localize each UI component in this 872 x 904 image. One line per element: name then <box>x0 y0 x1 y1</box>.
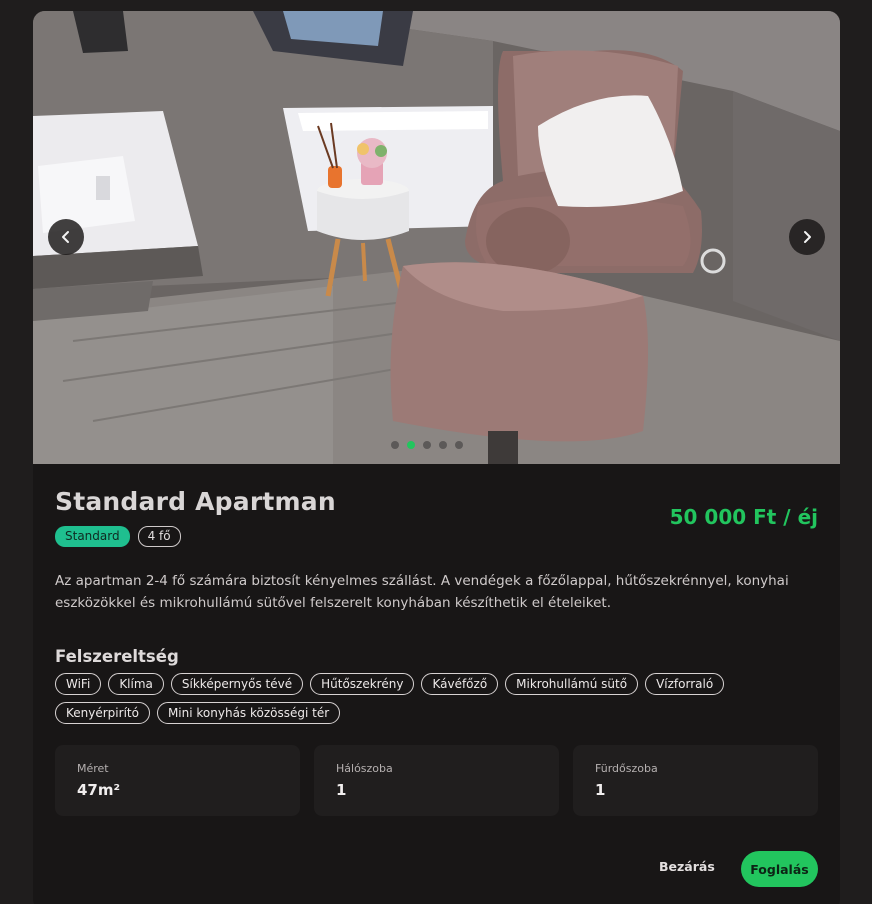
stat-label: Hálószoba <box>336 762 393 775</box>
room-badges: Standard 4 fő <box>55 526 181 547</box>
room-stats: Méret 47m² Hálószoba 1 Fürdőszoba 1 <box>55 745 818 816</box>
room-description: Az apartman 2-4 fő számára biztosít kény… <box>55 573 789 611</box>
amenity-chip: Kenyérpirító <box>55 702 150 724</box>
gallery-dot[interactable] <box>391 441 399 449</box>
stat-label: Fürdőszoba <box>595 762 658 775</box>
gallery-dots <box>391 441 463 449</box>
stat-value: 1 <box>336 781 347 799</box>
amenity-chip: Mini konyhás közösségi tér <box>156 702 341 724</box>
capacity-badge: 4 fő <box>137 526 181 547</box>
gallery-dot[interactable] <box>455 441 463 449</box>
room-photo <box>33 11 840 464</box>
stat-value: 1 <box>595 781 606 799</box>
stat-size: Méret 47m² <box>55 745 300 816</box>
stat-label: Méret <box>77 762 109 775</box>
gallery-prev-button[interactable] <box>48 219 84 255</box>
room-image-gallery[interactable] <box>33 11 840 464</box>
amenity-chip: Kávéfőző <box>421 673 499 695</box>
gallery-dot[interactable] <box>439 441 447 449</box>
room-price: 50 000 Ft / éj <box>669 505 818 529</box>
gallery-dot[interactable] <box>423 441 431 449</box>
amenity-chip: Vízforraló <box>645 673 725 695</box>
amenity-chip: WiFi <box>55 673 102 695</box>
amenity-chip: Hűtőszekrény <box>310 673 415 695</box>
amenities-title: Felszereltség <box>55 647 179 666</box>
amenity-chip: Klíma <box>108 673 164 695</box>
category-badge: Standard <box>55 526 130 547</box>
chevron-left-icon <box>62 231 69 243</box>
room-title: Standard Apartman <box>55 487 336 516</box>
gallery-next-button[interactable] <box>789 219 825 255</box>
book-button[interactable]: Foglalás <box>741 851 818 887</box>
gallery-dot[interactable] <box>407 441 415 449</box>
room-detail-card: Standard Apartman 50 000 Ft / éj Standar… <box>33 11 840 904</box>
amenity-chip: Mikrohullámú sütő <box>505 673 639 695</box>
amenity-chip: Síkképernyős tévé <box>170 673 304 695</box>
amenities-list: WiFi Klíma Síkképernyős tévé Hűtőszekrény Ká… <box>55 673 825 724</box>
stat-bathrooms: Fürdőszoba 1 <box>573 745 818 816</box>
close-button[interactable]: Bezárás <box>659 859 715 874</box>
stat-bedrooms: Hálószoba 1 <box>314 745 559 816</box>
chevron-right-icon <box>804 231 811 243</box>
stat-value: 47m² <box>77 781 121 799</box>
